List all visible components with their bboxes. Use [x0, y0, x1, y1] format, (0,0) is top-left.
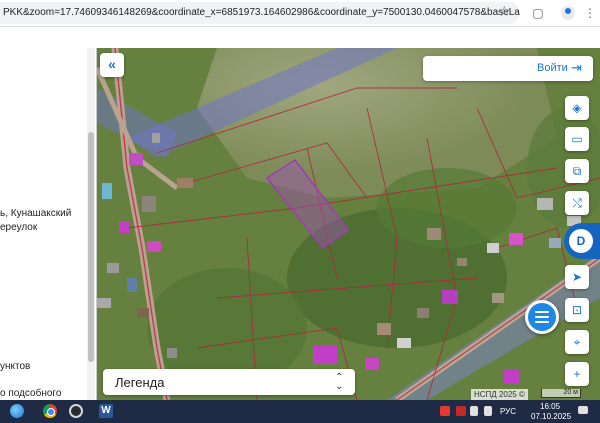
- panel-text-subsidiary: о подсобного: [0, 388, 62, 399]
- legend-label: Легенда: [115, 375, 165, 390]
- start-icon[interactable]: [8, 403, 26, 420]
- wifi-icon[interactable]: [470, 406, 478, 416]
- qr-icon[interactable]: ⧉: [565, 159, 589, 183]
- service-tab[interactable]: D: [564, 223, 600, 259]
- panel-text-street: ереулок: [0, 222, 38, 233]
- ruler-icon[interactable]: ▭: [565, 127, 589, 151]
- login-button[interactable]: Войти ⇥: [423, 56, 593, 81]
- legend-dropdown[interactable]: Легенда ⌃ ⌄: [103, 369, 355, 395]
- more-icon[interactable]: ⋮: [582, 5, 598, 21]
- zoom-in-icon[interactable]: +: [565, 362, 589, 386]
- panel-text-points: унктов: [0, 361, 31, 372]
- clock-date[interactable]: 07.10.2025: [531, 412, 571, 421]
- login-icon: ⇥: [571, 60, 582, 75]
- scale-bar: 20 м: [541, 389, 581, 398]
- extension-icon[interactable]: ▢: [530, 5, 546, 21]
- print-icon[interactable]: ⊡: [565, 298, 589, 322]
- map-canvas[interactable]: « Войти ⇥ ◈ ▭ ⧉ ⤭ D ➤ ⊡ ⌖ + Легенда ⌃ ⌄ Н…: [97, 48, 600, 400]
- panel-scrollbar-thumb[interactable]: [88, 132, 94, 362]
- star-icon[interactable]: ☆: [498, 3, 511, 20]
- info-panel: ь, Кунашакский ереулок унктов о подсобно…: [0, 48, 97, 400]
- chat-icon: [535, 311, 549, 323]
- antivirus-icon[interactable]: [440, 406, 450, 416]
- notification-icon[interactable]: [578, 406, 588, 414]
- chevron-updown-icon: ⌃ ⌄: [335, 372, 344, 392]
- chat-button[interactable]: [525, 300, 559, 334]
- navigation-icon[interactable]: ➤: [565, 265, 589, 289]
- share-icon[interactable]: ⤭: [565, 191, 589, 215]
- tray-app-icon[interactable]: [456, 406, 466, 416]
- location-icon[interactable]: ⌖: [565, 330, 589, 354]
- panel-text-address: ь, Кунашакский: [0, 208, 72, 219]
- map-attribution: НСПД 2025 ©: [471, 389, 528, 400]
- chrome-icon[interactable]: [40, 403, 58, 420]
- browser-toolbar: PKK&zoom=17.74609346148269&coordinate_x=…: [0, 0, 600, 27]
- service-logo-icon: D: [569, 229, 593, 253]
- collapse-panel-button[interactable]: «: [100, 53, 124, 77]
- clock-time[interactable]: 16:05: [540, 402, 560, 411]
- volume-icon[interactable]: [484, 406, 492, 416]
- app-icon[interactable]: [67, 403, 85, 420]
- address-bar[interactable]: PKK&zoom=17.74609346148269&coordinate_x=…: [0, 2, 520, 24]
- layers-icon[interactable]: ◈: [565, 96, 589, 120]
- profile-icon[interactable]: [560, 5, 576, 21]
- word-icon[interactable]: W: [97, 403, 115, 420]
- windows-taskbar: W РУС 16:05 07.10.2025: [0, 400, 600, 423]
- satellite-imagery: [97, 48, 600, 400]
- login-label: Войти: [537, 62, 568, 74]
- language-indicator[interactable]: РУС: [500, 407, 516, 416]
- url-text[interactable]: PKK&zoom=17.74609346148269&coordinate_x=…: [3, 7, 520, 18]
